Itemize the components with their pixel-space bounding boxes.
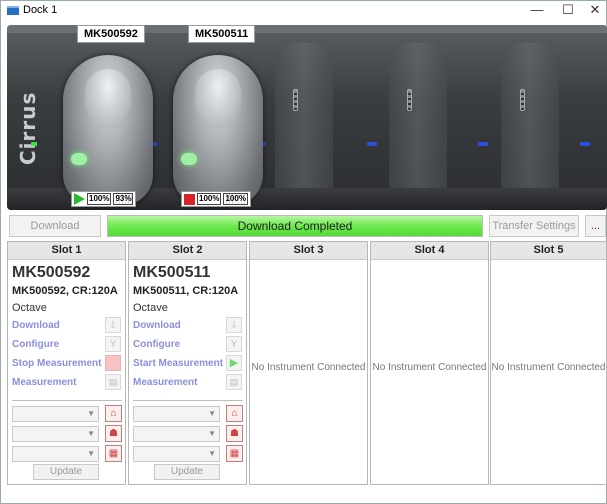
device-status-led <box>181 153 197 165</box>
minimize-button[interactable]: — <box>520 1 554 21</box>
more-button[interactable]: ... <box>585 215 606 237</box>
slot-panel-3: Slot 3 No Instrument Connected <box>249 241 368 485</box>
start-measurement-link[interactable]: Start Measurement <box>133 358 223 369</box>
update-button[interactable]: Update <box>154 464 220 480</box>
configure-link[interactable]: Configure <box>133 339 180 350</box>
slot-subtitle: MK500511, CR:120A <box>133 285 239 297</box>
divider <box>12 400 122 401</box>
dock-bay-4 <box>389 43 447 208</box>
slot-header: Slot 3 <box>250 242 367 260</box>
device-tag: MK500592 <box>77 25 145 43</box>
home-icon[interactable]: ⌂ <box>226 405 243 422</box>
memory-percent: 100% <box>223 193 248 205</box>
close-button[interactable]: ✕ <box>578 1 607 21</box>
cirrus-logo: Cirrus <box>16 91 40 165</box>
slot-subtitle: MK500592, CR:120A <box>12 285 118 297</box>
slot-panel-4: Slot 4 No Instrument Connected <box>370 241 489 485</box>
configure-icon[interactable]: Y <box>226 336 242 352</box>
download-icon[interactable]: ⇩ <box>105 317 121 333</box>
play-icon[interactable]: ▶ <box>226 355 242 371</box>
slot-model: Octave <box>12 302 47 314</box>
home-icon[interactable]: ⌂ <box>105 405 122 422</box>
settings-file-icon[interactable]: ▦ <box>226 445 243 462</box>
slot-header: Slot 5 <box>491 242 606 260</box>
divider <box>133 400 243 401</box>
person-icon[interactable]: ☗ <box>226 425 243 442</box>
device-status-led <box>71 153 87 165</box>
document-icon[interactable]: ▤ <box>226 374 242 390</box>
window-title: Dock 1 <box>23 4 58 16</box>
chevron-down-icon: ▼ <box>87 449 95 458</box>
chevron-down-icon: ▼ <box>87 409 95 418</box>
person-select[interactable]: ▼ <box>12 426 99 442</box>
location-select[interactable]: ▼ <box>133 406 220 422</box>
transfer-settings-button[interactable]: Transfer Settings <box>489 215 579 237</box>
title-bar: Dock 1 — ☐ ✕ <box>1 1 606 23</box>
stop-icon <box>184 193 195 205</box>
no-instrument-text: No Instrument Connected <box>491 362 606 373</box>
document-icon[interactable]: ▤ <box>105 374 121 390</box>
dock-bay-5 <box>501 43 559 208</box>
download-button[interactable]: Download <box>9 215 101 237</box>
setting-select[interactable]: ▼ <box>12 446 99 462</box>
dock-image: Cirrus MK500592 100% 93% MK500511 100% 1… <box>7 25 607 210</box>
configure-link[interactable]: Configure <box>12 339 59 350</box>
slot-header: Slot 4 <box>371 242 488 260</box>
power-led-icon <box>31 142 37 146</box>
chevron-down-icon: ▼ <box>87 429 95 438</box>
slot-panel-5: Slot 5 No Instrument Connected <box>490 241 607 485</box>
download-link[interactable]: Download <box>133 320 181 331</box>
measurement-link[interactable]: Measurement <box>12 377 76 388</box>
device-status-strip: 100% 100% <box>181 191 251 207</box>
battery-percent: 100% <box>87 193 112 205</box>
memory-percent: 93% <box>113 193 134 205</box>
device-tag: MK500511 <box>188 25 256 43</box>
location-select[interactable]: ▼ <box>12 406 99 422</box>
no-instrument-text: No Instrument Connected <box>372 362 487 373</box>
download-progress-bar: Download Completed <box>107 215 483 237</box>
setting-select[interactable]: ▼ <box>133 446 220 462</box>
configure-icon[interactable]: Y <box>105 336 121 352</box>
play-icon <box>74 193 85 205</box>
slot-header: Slot 1 <box>8 242 125 260</box>
window-icon <box>7 6 19 15</box>
slot-serial: MK500592 <box>12 264 91 281</box>
dock-bay-3 <box>275 43 333 208</box>
chevron-down-icon: ▼ <box>208 409 216 418</box>
slot-panel-2: Slot 2 MK500511 MK500511, CR:120A Octave… <box>128 241 247 485</box>
chevron-down-icon: ▼ <box>208 449 216 458</box>
dock-window: Dock 1 — ☐ ✕ Cirrus MK500592 100% 93% MK… <box>0 0 607 504</box>
measurement-link[interactable]: Measurement <box>133 377 197 388</box>
stop-icon[interactable] <box>105 355 121 371</box>
stop-measurement-link[interactable]: Stop Measurement <box>12 358 101 369</box>
person-icon[interactable]: ☗ <box>105 425 122 442</box>
slot-serial: MK500511 <box>133 264 211 281</box>
device-status-strip: 100% 93% <box>71 191 137 207</box>
slot-header: Slot 2 <box>129 242 246 260</box>
battery-percent: 100% <box>197 193 222 205</box>
settings-file-icon[interactable]: ▦ <box>105 445 122 462</box>
slot-model: Octave <box>133 302 168 314</box>
person-select[interactable]: ▼ <box>133 426 220 442</box>
slot-panel-1: Slot 1 MK500592 MK500592, CR:120A Octave… <box>7 241 126 485</box>
download-link[interactable]: Download <box>12 320 60 331</box>
instrument-device-2[interactable] <box>173 55 263 205</box>
instrument-device-1[interactable] <box>63 55 153 205</box>
no-instrument-text: No Instrument Connected <box>251 362 366 373</box>
update-button[interactable]: Update <box>33 464 99 480</box>
download-icon[interactable]: ⇩ <box>226 317 242 333</box>
chevron-down-icon: ▼ <box>208 429 216 438</box>
